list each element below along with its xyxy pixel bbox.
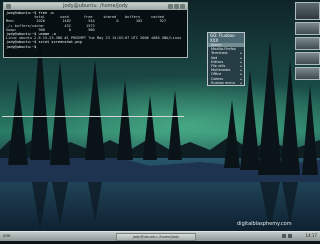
root-menu[interactable]: GO: Fluxbox-XXX Aterm Mozilla-Firefox Term… (207, 32, 245, 86)
terminal-titlebar[interactable]: jody@ubuntu: /home/jody (4, 3, 187, 10)
minimize-icon[interactable] (168, 4, 173, 9)
terminal-title: jody@ubuntu: /home/jody (63, 3, 128, 9)
wallpaper-watermark: digitalblasphemy.com (237, 221, 292, 227)
dockapp-clock[interactable] (295, 67, 320, 80)
tray-icon[interactable] (288, 234, 292, 238)
divider-line (2, 116, 184, 117)
terminal-output[interactable]: jody@ubuntu:~$ free -m total used free s… (4, 10, 187, 50)
submenu-arrow-icon: ▸ (240, 80, 242, 85)
maximize-icon[interactable] (174, 4, 179, 9)
dock-applets (295, 2, 320, 82)
tray-icon[interactable] (282, 234, 286, 238)
terminal-line: jody@ubuntu:~$ (6, 44, 39, 49)
clock: 14:17 (305, 233, 317, 238)
dockapp-mem[interactable] (295, 37, 320, 50)
menu-item[interactable]: fluxbox menu ▸ (208, 81, 244, 85)
dockapp-net[interactable] (295, 52, 320, 65)
menu-title: GO: Fluxbox-XXX (208, 33, 244, 43)
close-icon[interactable] (180, 4, 185, 9)
dockapp-monitor[interactable] (295, 2, 320, 20)
menu-item-label: fluxbox menu (211, 80, 235, 85)
workspace-label[interactable]: one (3, 233, 10, 238)
terminal-window[interactable]: jody@ubuntu: /home/jody jody@ubuntu:~$ f… (3, 2, 188, 58)
terminal-line: Mem: 2026 1482 544 0 102 927 (6, 19, 167, 24)
dockapp-cpu[interactable] (295, 22, 320, 35)
